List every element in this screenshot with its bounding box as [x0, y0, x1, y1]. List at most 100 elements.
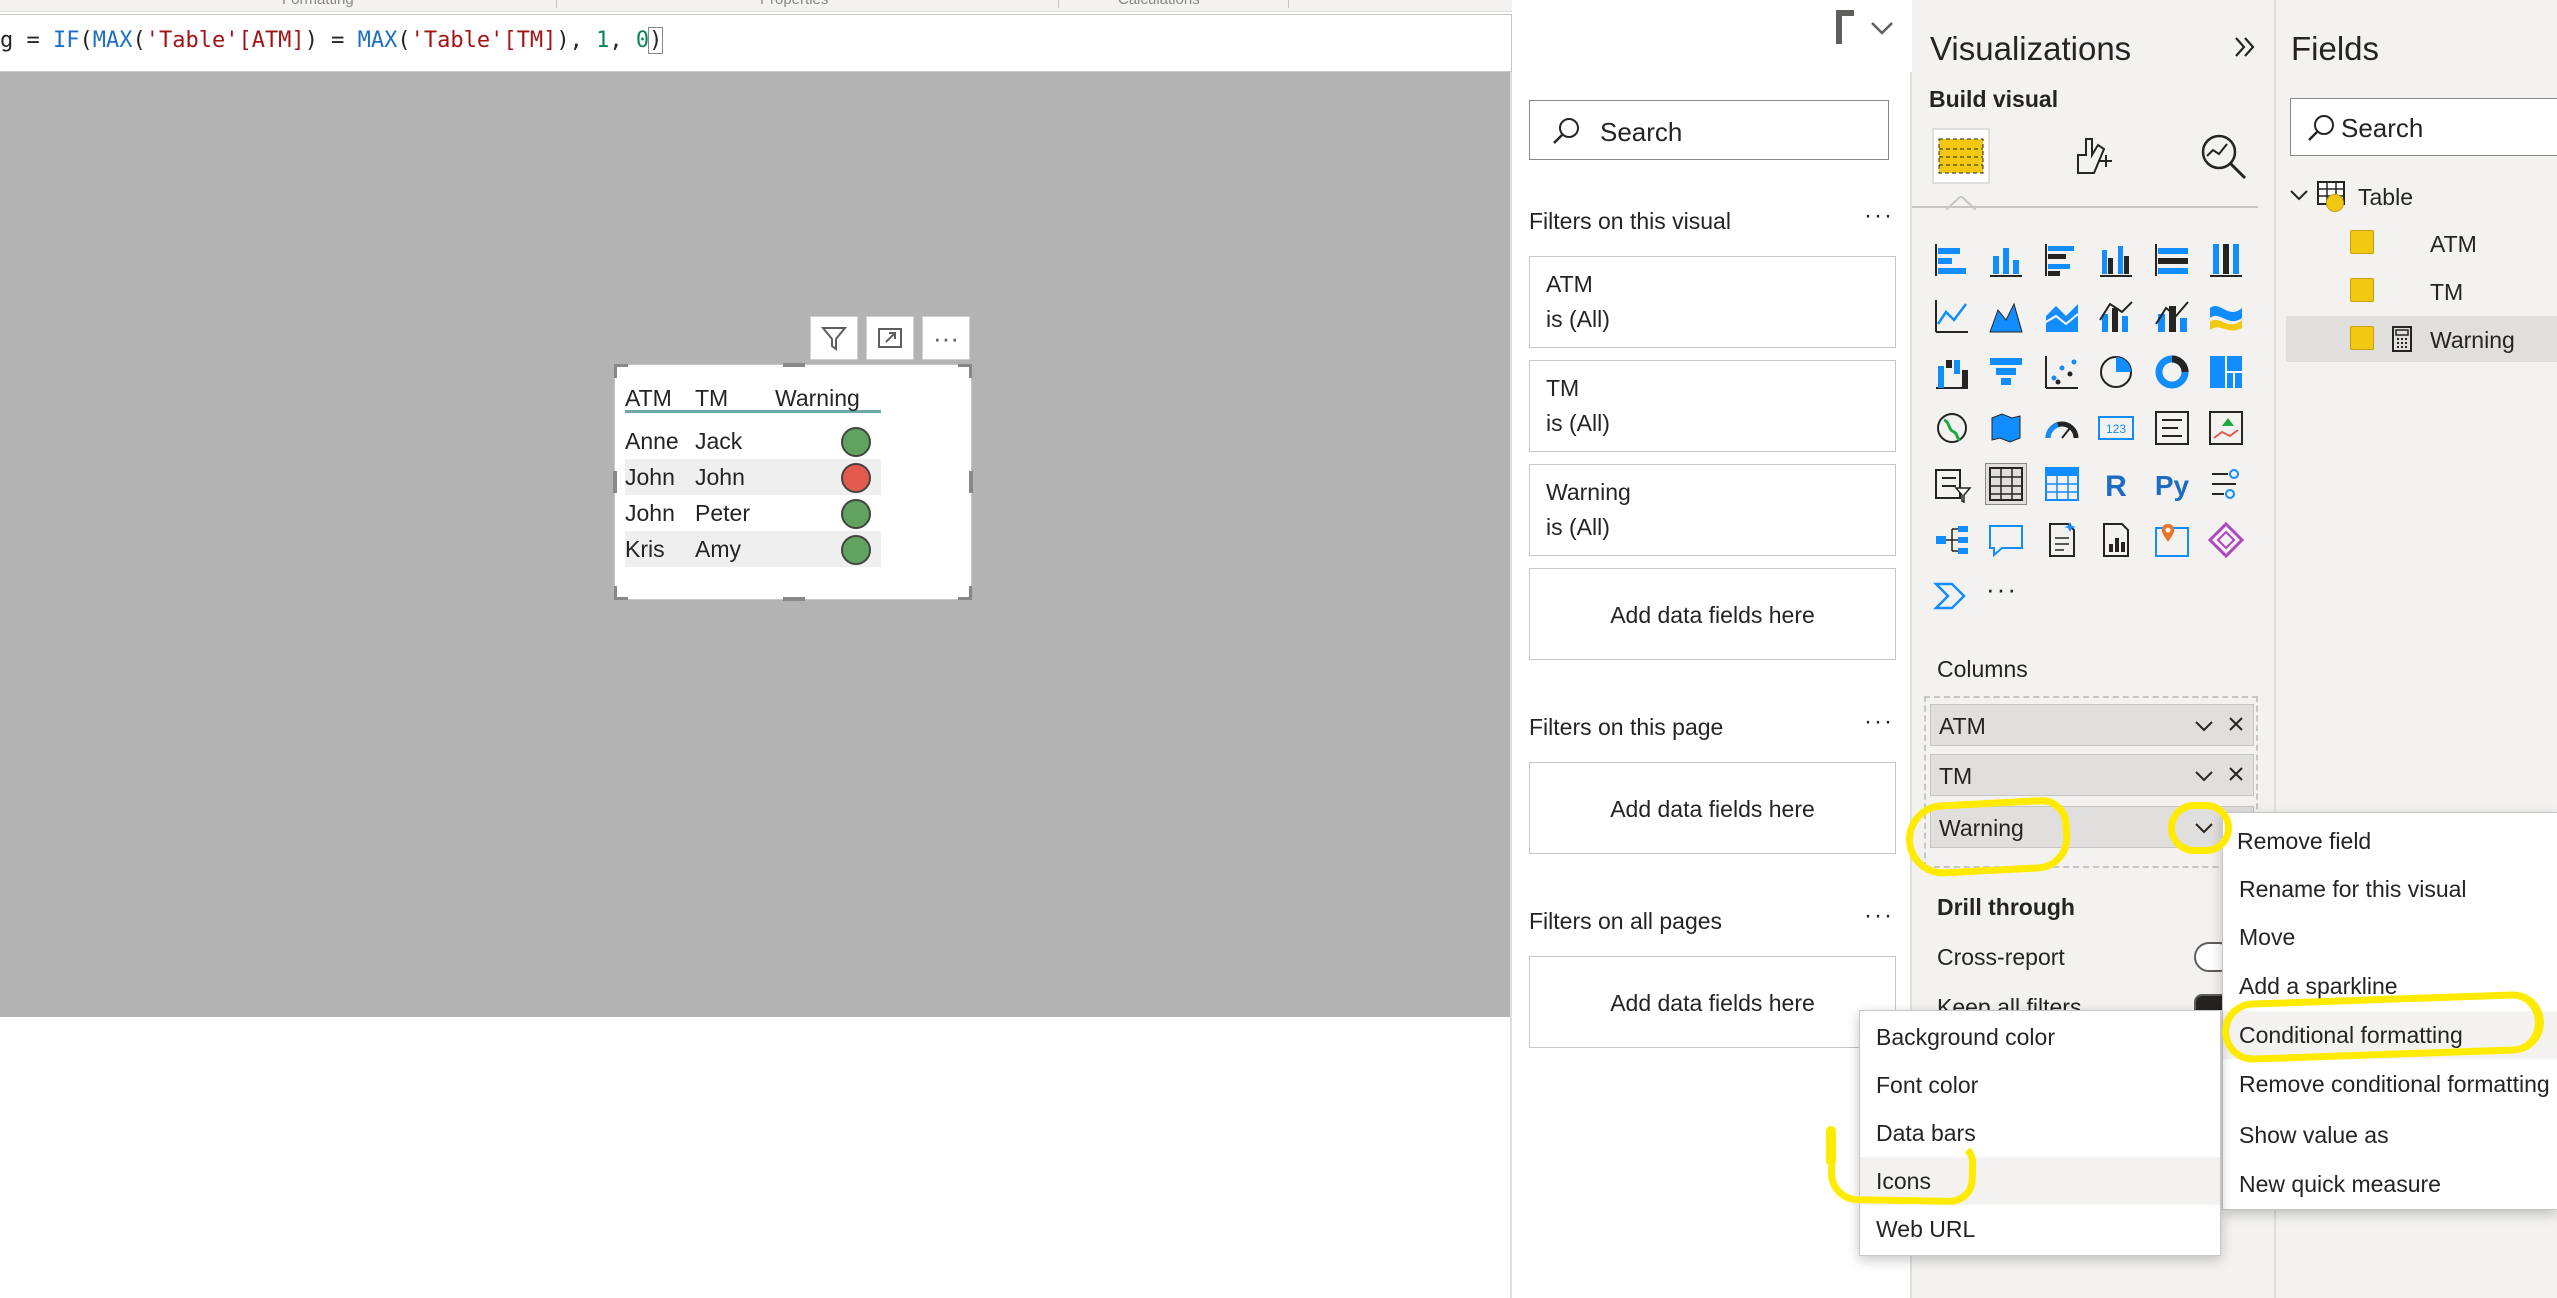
- collapse-pane-icon[interactable]: [2230, 32, 2260, 62]
- waterfall-chart-icon[interactable]: [1932, 352, 1972, 392]
- qa-visual-icon[interactable]: [1986, 520, 2026, 560]
- pie-chart-icon[interactable]: [2096, 352, 2136, 392]
- add-data-fields-visual[interactable]: Add data fields here: [1529, 568, 1896, 660]
- menu-item-move[interactable]: Move: [2223, 913, 2557, 961]
- resize-handle[interactable]: [613, 471, 617, 493]
- resize-handle[interactable]: [783, 597, 805, 601]
- column-well-atm[interactable]: ATM: [1930, 704, 2254, 746]
- more-options-button[interactable]: ···: [922, 316, 970, 360]
- stacked-bar-chart-icon[interactable]: [1932, 240, 1972, 280]
- menu-item-remove-field[interactable]: Remove field: [2223, 817, 2557, 865]
- submenu-item-icons[interactable]: Icons: [1860, 1157, 2220, 1205]
- add-data-fields-page[interactable]: Add data fields here: [1529, 762, 1896, 854]
- checkbox-checked-icon[interactable]: [2350, 278, 2374, 302]
- more-options-icon[interactable]: ···: [1864, 708, 1894, 736]
- table-visual-icon[interactable]: [1985, 463, 2027, 505]
- resize-handle[interactable]: [958, 586, 972, 600]
- field-item-warning[interactable]: Warning: [2286, 316, 2557, 362]
- field-item-tm[interactable]: TM: [2286, 268, 2557, 314]
- table-row[interactable]: Kris Amy: [625, 531, 881, 567]
- remove-field-icon[interactable]: [2225, 713, 2247, 735]
- analytics-tab[interactable]: [2190, 124, 2256, 188]
- ribbon-tab-formatting[interactable]: Formatting: [282, 0, 354, 8]
- filter-card-atm[interactable]: ATM is (All): [1529, 256, 1896, 348]
- paginated-report-icon[interactable]: [2096, 520, 2136, 560]
- table-row[interactable]: Anne Jack: [625, 423, 881, 459]
- menu-item-conditional-formatting[interactable]: Conditional formatting: [2223, 1011, 2557, 1059]
- treemap-icon[interactable]: [2206, 352, 2246, 392]
- column-well-warning[interactable]: Warning: [1930, 806, 2254, 848]
- more-options-icon[interactable]: ···: [1864, 202, 1894, 230]
- checkbox-checked-icon[interactable]: [2350, 230, 2374, 254]
- submenu-item-web-url[interactable]: Web URL: [1860, 1205, 2220, 1253]
- build-visual-tab[interactable]: [1928, 124, 1994, 188]
- table-visual[interactable]: ATM TM Warning Anne Jack John John John …: [613, 363, 973, 601]
- 100-stacked-bar-icon[interactable]: [2152, 240, 2192, 280]
- dax-formula-text[interactable]: g = IF(MAX('Table'[ATM]) = MAX('Table'[T…: [0, 27, 664, 54]
- menu-item-remove-conditional-formatting[interactable]: Remove conditional formatting: [2223, 1060, 2557, 1108]
- menu-item-show-value-as[interactable]: Show value as: [2223, 1111, 2557, 1159]
- azure-map-icon[interactable]: [2152, 520, 2192, 560]
- ribbon-chart-icon[interactable]: [2206, 296, 2246, 336]
- matrix-icon[interactable]: [2042, 464, 2082, 504]
- multi-row-card-icon[interactable]: [2152, 408, 2192, 448]
- 100-stacked-column-icon[interactable]: [2206, 240, 2246, 280]
- submenu-item-background-color[interactable]: Background color: [1860, 1013, 2220, 1061]
- filled-map-icon[interactable]: [1986, 408, 2026, 448]
- slicer-icon[interactable]: [1932, 464, 1972, 504]
- python-visual-icon[interactable]: Py: [2148, 464, 2196, 504]
- kpi-icon[interactable]: [2206, 408, 2246, 448]
- table-row[interactable]: John Peter: [625, 495, 881, 531]
- funnel-chart-icon[interactable]: [1986, 352, 2026, 392]
- submenu-item-font-color[interactable]: Font color: [1860, 1061, 2220, 1109]
- area-chart-icon[interactable]: [1986, 296, 2026, 336]
- checkbox-checked-icon[interactable]: [2350, 326, 2374, 350]
- donut-chart-icon[interactable]: [2152, 352, 2192, 392]
- filter-card-warning[interactable]: Warning is (All): [1529, 464, 1896, 556]
- line-stacked-column-icon[interactable]: [2152, 296, 2192, 336]
- field-item-atm[interactable]: ATM: [2286, 220, 2557, 266]
- ribbon-tab-properties[interactable]: Properties: [760, 0, 828, 8]
- smart-narrative-icon[interactable]: [2042, 520, 2082, 560]
- field-table-node[interactable]: Table: [2286, 172, 2557, 218]
- filters-search-input[interactable]: Search: [1529, 100, 1889, 160]
- chevron-down-icon[interactable]: [1868, 14, 1896, 42]
- gauge-icon[interactable]: [2042, 408, 2082, 448]
- filter-card-tm[interactable]: TM is (All): [1529, 360, 1896, 452]
- chevron-down-icon[interactable]: [2193, 817, 2215, 839]
- clustered-column-chart-icon[interactable]: [2096, 240, 2136, 280]
- column-header-atm[interactable]: ATM: [625, 385, 672, 412]
- format-visual-tab[interactable]: [2060, 124, 2126, 188]
- stacked-area-chart-icon[interactable]: [2042, 296, 2082, 336]
- r-script-visual-icon[interactable]: R: [2096, 464, 2136, 504]
- formula-bar[interactable]: g = IF(MAX('Table'[ATM]) = MAX('Table'[T…: [0, 14, 1512, 72]
- resize-handle[interactable]: [969, 471, 973, 493]
- resize-handle[interactable]: [783, 363, 805, 367]
- line-chart-icon[interactable]: [1932, 296, 1972, 336]
- column-header-warning[interactable]: Warning: [775, 385, 860, 412]
- menu-item-add-sparkline[interactable]: Add a sparkline: [2223, 962, 2557, 1010]
- resize-handle[interactable]: [614, 586, 628, 600]
- filter-button[interactable]: [810, 316, 858, 360]
- decomposition-tree-icon[interactable]: [1932, 520, 1972, 560]
- add-data-fields-all-pages[interactable]: Add data fields here: [1529, 956, 1896, 1048]
- card-icon[interactable]: 123: [2096, 408, 2136, 448]
- table-row[interactable]: John John: [625, 459, 881, 495]
- menu-item-new-quick-measure[interactable]: New quick measure: [2223, 1160, 2557, 1208]
- fields-search-input[interactable]: Search: [2290, 98, 2557, 156]
- clustered-bar-chart-icon[interactable]: [2042, 240, 2082, 280]
- chevron-down-icon[interactable]: [2193, 765, 2215, 787]
- power-apps-icon[interactable]: [2206, 520, 2246, 560]
- key-influencers-icon[interactable]: [2206, 464, 2246, 504]
- chevron-down-icon[interactable]: [2193, 715, 2215, 737]
- power-automate-icon[interactable]: [1932, 576, 1972, 616]
- submenu-item-data-bars[interactable]: Data bars: [1860, 1109, 2220, 1157]
- column-well-tm[interactable]: TM: [1930, 754, 2254, 796]
- chevron-down-icon[interactable]: [2288, 184, 2310, 206]
- focus-mode-button[interactable]: [866, 316, 914, 360]
- more-visuals-icon[interactable]: ···: [1986, 574, 2018, 605]
- line-clustered-column-icon[interactable]: [2096, 296, 2136, 336]
- column-header-tm[interactable]: TM: [695, 385, 728, 412]
- menu-item-rename-for-visual[interactable]: Rename for this visual: [2223, 865, 2557, 913]
- map-icon[interactable]: [1932, 408, 1972, 448]
